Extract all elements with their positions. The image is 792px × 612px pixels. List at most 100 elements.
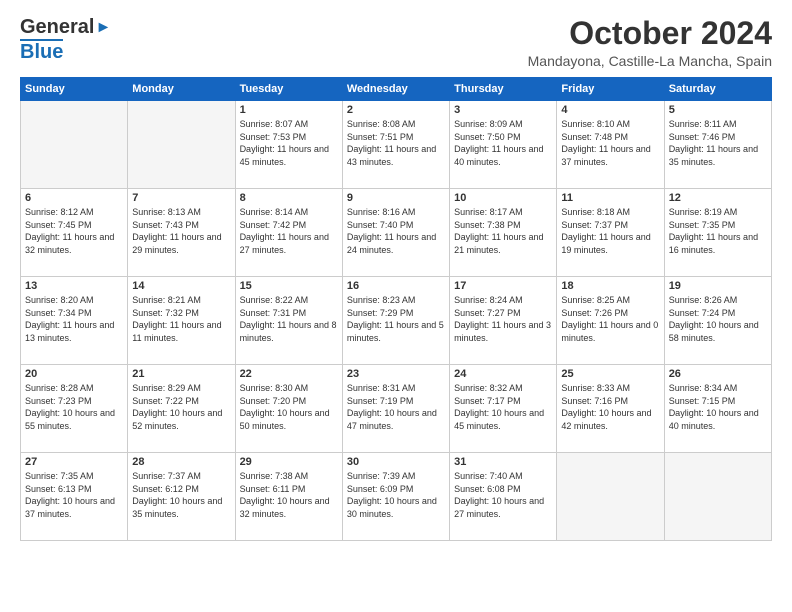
day-info: Sunrise: 7:40 AM Sunset: 6:08 PM Dayligh… xyxy=(454,470,552,520)
day-info: Sunrise: 8:07 AM Sunset: 7:53 PM Dayligh… xyxy=(240,118,338,168)
day-info: Sunrise: 8:09 AM Sunset: 7:50 PM Dayligh… xyxy=(454,118,552,168)
day-number: 4 xyxy=(561,104,659,116)
logo: General ► Blue xyxy=(20,16,111,64)
header-sunday: Sunday xyxy=(21,78,128,101)
table-row: 20 Sunrise: 8:28 AM Sunset: 7:23 PM Dayli… xyxy=(21,365,128,453)
day-info: Sunrise: 8:24 AM Sunset: 7:27 PM Dayligh… xyxy=(454,294,552,344)
day-number: 12 xyxy=(669,192,767,204)
day-number: 2 xyxy=(347,104,445,116)
day-info: Sunrise: 8:14 AM Sunset: 7:42 PM Dayligh… xyxy=(240,206,338,256)
table-row: 19 Sunrise: 8:26 AM Sunset: 7:24 PM Dayli… xyxy=(664,277,771,365)
table-row: 26 Sunrise: 8:34 AM Sunset: 7:15 PM Dayli… xyxy=(664,365,771,453)
day-number: 7 xyxy=(132,192,230,204)
logo-blue-text: Blue xyxy=(20,41,63,64)
header-friday: Friday xyxy=(557,78,664,101)
day-number: 5 xyxy=(669,104,767,116)
day-number: 30 xyxy=(347,456,445,468)
table-row: 24Sunrise: 8:32 AM Sunset: 7:17 PM Dayli… xyxy=(450,365,557,453)
table-row: 18 Sunrise: 8:25 AM Sunset: 7:26 PM Dayli… xyxy=(557,277,664,365)
day-number: 28 xyxy=(132,456,230,468)
day-info: Sunrise: 7:35 AM Sunset: 6:13 PM Dayligh… xyxy=(25,470,123,520)
day-number: 17 xyxy=(454,280,552,292)
day-number: 6 xyxy=(25,192,123,204)
table-row: 13 Sunrise: 8:20 AM Sunset: 7:34 PM Dayli… xyxy=(21,277,128,365)
weekday-header-row: Sunday Monday Tuesday Wednesday Thursday… xyxy=(21,78,772,101)
table-row xyxy=(21,101,128,189)
table-row: 21Sunrise: 8:29 AM Sunset: 7:22 PM Dayli… xyxy=(128,365,235,453)
header: General ► Blue October 2024 Mandayona, C… xyxy=(20,16,772,69)
logo-general-text: General xyxy=(20,16,94,39)
day-info: Sunrise: 8:10 AM Sunset: 7:48 PM Dayligh… xyxy=(561,118,659,168)
header-tuesday: Tuesday xyxy=(235,78,342,101)
day-info: Sunrise: 8:12 AM Sunset: 7:45 PM Dayligh… xyxy=(25,206,123,256)
header-wednesday: Wednesday xyxy=(342,78,449,101)
header-saturday: Saturday xyxy=(664,78,771,101)
day-info: Sunrise: 8:25 AM Sunset: 7:26 PM Dayligh… xyxy=(561,294,659,344)
day-info: Sunrise: 8:30 AM Sunset: 7:20 PM Dayligh… xyxy=(240,382,338,432)
day-info: Sunrise: 7:39 AM Sunset: 6:09 PM Dayligh… xyxy=(347,470,445,520)
day-info: Sunrise: 8:13 AM Sunset: 7:43 PM Dayligh… xyxy=(132,206,230,256)
table-row: 27 Sunrise: 7:35 AM Sunset: 6:13 PM Dayli… xyxy=(21,453,128,541)
day-number: 29 xyxy=(240,456,338,468)
location: Mandayona, Castille-La Mancha, Spain xyxy=(528,53,772,69)
table-row: 5 Sunrise: 8:11 AM Sunset: 7:46 PM Daylig… xyxy=(664,101,771,189)
table-row: 30 Sunrise: 7:39 AM Sunset: 6:09 PM Dayli… xyxy=(342,453,449,541)
calendar-week-row: 13 Sunrise: 8:20 AM Sunset: 7:34 PM Dayli… xyxy=(21,277,772,365)
month-title: October 2024 xyxy=(528,16,772,51)
logo-bird-icon: ► xyxy=(95,19,111,37)
table-row: 7 Sunrise: 8:13 AM Sunset: 7:43 PM Daylig… xyxy=(128,189,235,277)
day-info: Sunrise: 8:34 AM Sunset: 7:15 PM Dayligh… xyxy=(669,382,767,432)
day-number: 1 xyxy=(240,104,338,116)
day-number: 15 xyxy=(240,280,338,292)
table-row: 14Sunrise: 8:21 AM Sunset: 7:32 PM Dayli… xyxy=(128,277,235,365)
table-row: 9Sunrise: 8:16 AM Sunset: 7:40 PM Daylig… xyxy=(342,189,449,277)
day-number: 11 xyxy=(561,192,659,204)
table-row: 31Sunrise: 7:40 AM Sunset: 6:08 PM Dayli… xyxy=(450,453,557,541)
table-row: 28 Sunrise: 7:37 AM Sunset: 6:12 PM Dayli… xyxy=(128,453,235,541)
table-row: 10 Sunrise: 8:17 AM Sunset: 7:38 PM Dayli… xyxy=(450,189,557,277)
header-monday: Monday xyxy=(128,78,235,101)
day-number: 18 xyxy=(561,280,659,292)
day-info: Sunrise: 8:17 AM Sunset: 7:38 PM Dayligh… xyxy=(454,206,552,256)
table-row: 3 Sunrise: 8:09 AM Sunset: 7:50 PM Daylig… xyxy=(450,101,557,189)
day-number: 8 xyxy=(240,192,338,204)
table-row xyxy=(664,453,771,541)
day-info: Sunrise: 8:32 AM Sunset: 7:17 PM Dayligh… xyxy=(454,382,552,432)
day-info: Sunrise: 8:22 AM Sunset: 7:31 PM Dayligh… xyxy=(240,294,338,344)
day-info: Sunrise: 8:28 AM Sunset: 7:23 PM Dayligh… xyxy=(25,382,123,432)
day-info: Sunrise: 8:11 AM Sunset: 7:46 PM Dayligh… xyxy=(669,118,767,168)
calendar-week-row: 27 Sunrise: 7:35 AM Sunset: 6:13 PM Dayli… xyxy=(21,453,772,541)
day-info: Sunrise: 8:29 AM Sunset: 7:22 PM Dayligh… xyxy=(132,382,230,432)
day-info: Sunrise: 8:23 AM Sunset: 7:29 PM Dayligh… xyxy=(347,294,445,344)
table-row: 2 Sunrise: 8:08 AM Sunset: 7:51 PM Daylig… xyxy=(342,101,449,189)
table-row: 6 Sunrise: 8:12 AM Sunset: 7:45 PM Daylig… xyxy=(21,189,128,277)
day-number: 10 xyxy=(454,192,552,204)
table-row: 12 Sunrise: 8:19 AM Sunset: 7:35 PM Dayli… xyxy=(664,189,771,277)
day-info: Sunrise: 8:20 AM Sunset: 7:34 PM Dayligh… xyxy=(25,294,123,344)
day-number: 26 xyxy=(669,368,767,380)
day-info: Sunrise: 8:33 AM Sunset: 7:16 PM Dayligh… xyxy=(561,382,659,432)
day-info: Sunrise: 7:37 AM Sunset: 6:12 PM Dayligh… xyxy=(132,470,230,520)
table-row: 17 Sunrise: 8:24 AM Sunset: 7:27 PM Dayli… xyxy=(450,277,557,365)
day-info: Sunrise: 8:26 AM Sunset: 7:24 PM Dayligh… xyxy=(669,294,767,344)
day-number: 22 xyxy=(240,368,338,380)
day-info: Sunrise: 8:08 AM Sunset: 7:51 PM Dayligh… xyxy=(347,118,445,168)
title-section: October 2024 Mandayona, Castille-La Manc… xyxy=(528,16,772,69)
calendar-week-row: 20 Sunrise: 8:28 AM Sunset: 7:23 PM Dayli… xyxy=(21,365,772,453)
day-info: Sunrise: 8:21 AM Sunset: 7:32 PM Dayligh… xyxy=(132,294,230,344)
table-row xyxy=(128,101,235,189)
day-number: 13 xyxy=(25,280,123,292)
calendar-week-row: 6 Sunrise: 8:12 AM Sunset: 7:45 PM Daylig… xyxy=(21,189,772,277)
table-row: 22 Sunrise: 8:30 AM Sunset: 7:20 PM Dayli… xyxy=(235,365,342,453)
day-number: 19 xyxy=(669,280,767,292)
day-number: 16 xyxy=(347,280,445,292)
day-info: Sunrise: 7:38 AM Sunset: 6:11 PM Dayligh… xyxy=(240,470,338,520)
table-row xyxy=(557,453,664,541)
day-number: 20 xyxy=(25,368,123,380)
logo-wrapper: General ► xyxy=(20,16,111,39)
header-thursday: Thursday xyxy=(450,78,557,101)
table-row: 16 Sunrise: 8:23 AM Sunset: 7:29 PM Dayli… xyxy=(342,277,449,365)
day-number: 3 xyxy=(454,104,552,116)
day-number: 27 xyxy=(25,456,123,468)
day-info: Sunrise: 8:19 AM Sunset: 7:35 PM Dayligh… xyxy=(669,206,767,256)
